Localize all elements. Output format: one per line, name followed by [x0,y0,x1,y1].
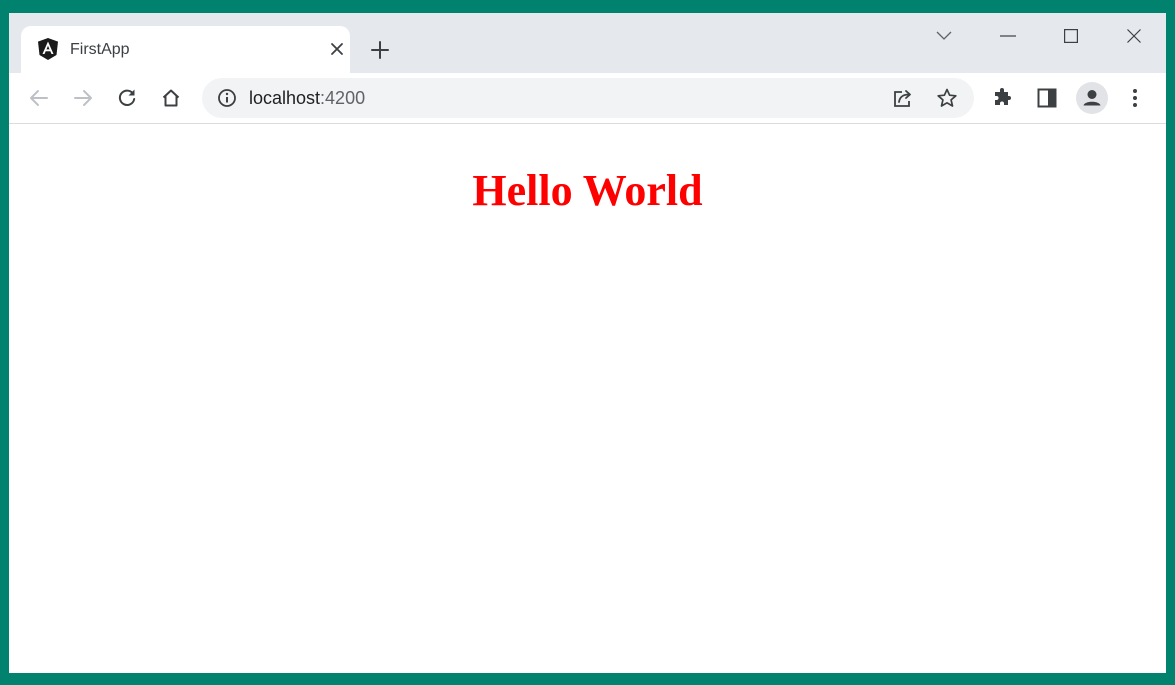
url-port: :4200 [320,88,366,108]
reload-icon[interactable] [112,83,142,113]
tab-firstapp[interactable]: FirstApp [21,26,350,73]
address-bar[interactable]: localhost:4200 [202,78,974,118]
minimize-icon[interactable] [985,23,1031,49]
close-window-icon[interactable] [1111,23,1157,49]
extensions-icon[interactable] [988,83,1018,113]
page-heading: Hello World [472,166,703,215]
url-host: localhost [249,88,321,108]
profile-avatar[interactable] [1076,82,1108,114]
maximize-icon[interactable] [1048,23,1094,49]
browser-window: FirstApp localhost:4200 Hello World [9,13,1166,673]
home-icon[interactable] [156,83,186,113]
menu-icon[interactable] [1120,83,1150,113]
side-panel-icon[interactable] [1032,83,1062,113]
angular-logo-icon [36,37,60,61]
tab-strip: FirstApp [9,13,1166,73]
forward-icon[interactable] [68,83,98,113]
url-text: localhost:4200 [249,88,365,108]
tab-search-icon[interactable] [921,23,967,49]
browser-toolbar: localhost:4200 [9,73,1166,124]
bookmark-star-icon[interactable] [936,87,958,109]
share-icon[interactable] [892,87,914,109]
close-tab-icon[interactable] [326,38,348,60]
page-content: Hello World [9,124,1166,673]
tab-title: FirstApp [70,41,130,58]
new-tab-icon[interactable] [366,36,394,64]
back-icon[interactable] [24,83,54,113]
site-info-icon[interactable] [217,88,237,108]
